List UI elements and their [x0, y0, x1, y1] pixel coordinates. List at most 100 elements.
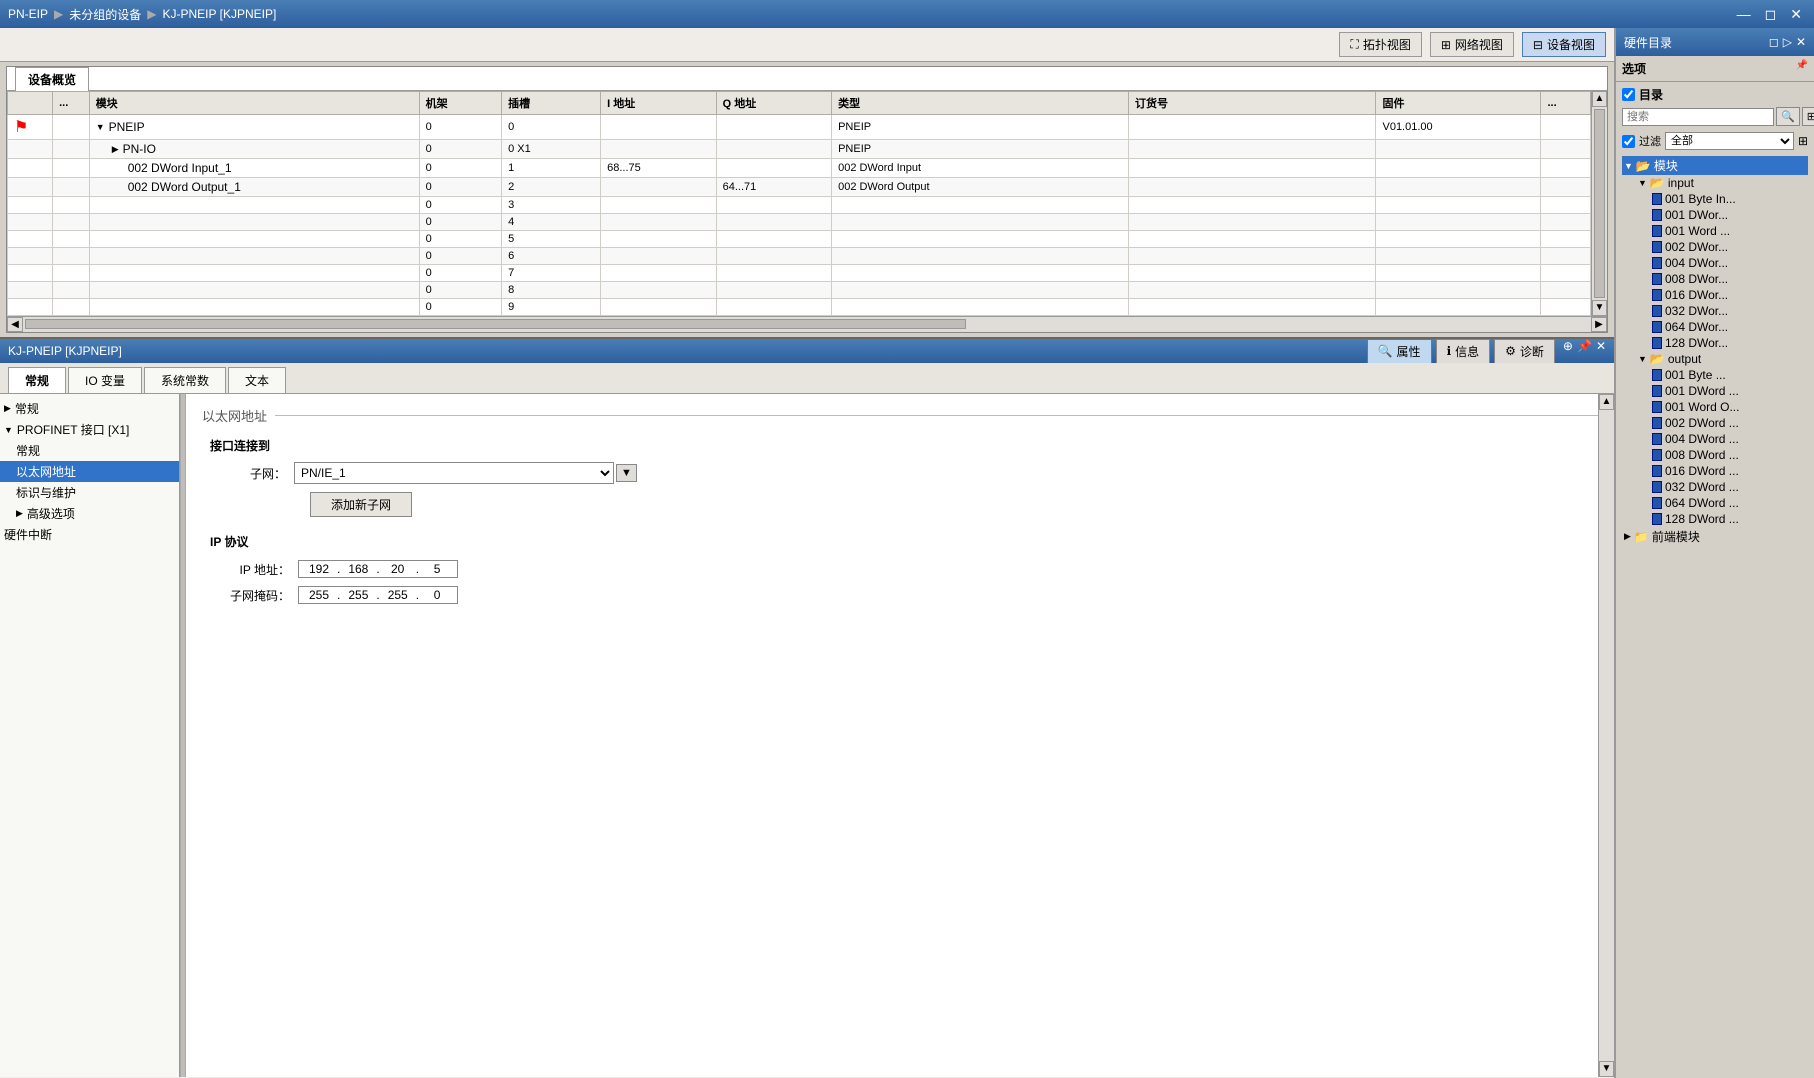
- subnet-dropdown-btn[interactable]: ▼: [616, 464, 637, 482]
- scroll-up-btn[interactable]: ▲: [1592, 91, 1607, 107]
- nav-item-ethernet[interactable]: 以太网地址: [0, 461, 179, 482]
- mask-seg-1[interactable]: [303, 588, 335, 602]
- table-row[interactable]: 05: [8, 231, 1591, 248]
- ip-seg-1[interactable]: [303, 562, 335, 576]
- search-advanced-button[interactable]: ⊞: [1802, 107, 1814, 126]
- list-item[interactable]: 064 DWor...: [1650, 319, 1808, 335]
- titlebar: PN-EIP ▶ 未分组的设备 ▶ KJ-PNEIP [KJPNEIP] — ◻…: [0, 0, 1814, 28]
- filter-checkbox[interactable]: [1622, 135, 1635, 148]
- list-item[interactable]: 016 DWor...: [1650, 287, 1808, 303]
- network-view-button[interactable]: ⊞ 网络视图: [1430, 32, 1514, 57]
- catalog-checkbox[interactable]: [1622, 88, 1635, 101]
- hscroll-thumb[interactable]: [25, 319, 966, 329]
- nav-item-hw-interrupt[interactable]: 硬件中断: [0, 524, 179, 545]
- list-item[interactable]: 001 Byte In...: [1650, 191, 1808, 207]
- table-row[interactable]: 08: [8, 282, 1591, 299]
- maximize-button[interactable]: ◻: [1761, 6, 1781, 23]
- close-button[interactable]: ✕: [1786, 6, 1806, 23]
- mask-seg-3[interactable]: [382, 588, 414, 602]
- titlebar-segment-1[interactable]: PN-EIP: [8, 7, 48, 21]
- bottom-tabs: 常规 IO 变量 系统常数 文本: [0, 363, 1614, 394]
- right-panel-expand[interactable]: ▷: [1783, 35, 1792, 49]
- table-row[interactable]: ⚑ ▼ PNEIP 0 0: [8, 115, 1591, 140]
- list-item[interactable]: 002 DWor...: [1650, 239, 1808, 255]
- device-overview-tab[interactable]: 设备概览: [15, 67, 89, 91]
- prop-scrollbar-v[interactable]: ▲ ▼: [1598, 394, 1614, 1077]
- list-item[interactable]: 032 DWor...: [1650, 303, 1808, 319]
- table-row[interactable]: 07: [8, 265, 1591, 282]
- tab-io-vars[interactable]: IO 变量: [68, 367, 142, 393]
- device-view-button[interactable]: ⊟ 设备视图: [1522, 32, 1606, 57]
- tree-folder-modules[interactable]: ▼ 📂 模块: [1622, 156, 1808, 175]
- list-item[interactable]: 001 DWor...: [1650, 207, 1808, 223]
- nav-item-general2[interactable]: 常规: [0, 440, 179, 461]
- list-item[interactable]: 001 Byte ...: [1650, 367, 1808, 383]
- right-panel-close[interactable]: ✕: [1796, 35, 1806, 49]
- ip-seg-3[interactable]: [382, 562, 414, 576]
- list-item[interactable]: 002 DWord ...: [1650, 415, 1808, 431]
- mask-seg-2[interactable]: [342, 588, 374, 602]
- diagnostics-button[interactable]: ⚙ 诊断: [1494, 339, 1555, 364]
- prop-scroll-track[interactable]: [1599, 410, 1614, 1061]
- table-row[interactable]: ▶ PN-IO 0 0 X1 PNEIP: [8, 140, 1591, 159]
- list-item[interactable]: 004 DWord ...: [1650, 431, 1808, 447]
- table-row[interactable]: 03: [8, 197, 1591, 214]
- list-item[interactable]: 004 DWor...: [1650, 255, 1808, 271]
- scroll-thumb[interactable]: [1594, 109, 1605, 298]
- list-item[interactable]: 032 DWord ...: [1650, 479, 1808, 495]
- topology-view-button[interactable]: ⛶ 拓扑视图: [1339, 32, 1421, 57]
- nav-item-identity[interactable]: 标识与维护: [0, 482, 179, 503]
- scroll-down-btn[interactable]: ▼: [1592, 300, 1607, 316]
- scroll-right-btn[interactable]: ▶: [1591, 317, 1607, 332]
- nav-item-general[interactable]: ▶ 常规: [0, 398, 179, 419]
- list-item[interactable]: 008 DWord ...: [1650, 447, 1808, 463]
- options-pin[interactable]: 📌: [1796, 60, 1808, 71]
- right-panel-minimize[interactable]: ◻: [1769, 35, 1779, 49]
- subnet-select[interactable]: PN/IE_1: [294, 462, 614, 484]
- subnet-mask-label: 子网掩码：: [230, 587, 290, 604]
- folder-label-modules: 模块: [1654, 157, 1678, 174]
- tab-system-constants[interactable]: 系统常数: [144, 367, 226, 393]
- properties-button[interactable]: 🔍 属性: [1367, 339, 1432, 364]
- list-item[interactable]: 128 DWord ...: [1650, 511, 1808, 527]
- list-item[interactable]: 001 DWord ...: [1650, 383, 1808, 399]
- info-button[interactable]: ℹ 信息: [1436, 339, 1491, 364]
- add-subnet-button[interactable]: 添加新子网: [310, 492, 412, 517]
- table-scrollbar-v[interactable]: ▲ ▼: [1591, 91, 1607, 316]
- bottom-panel-pin-btn[interactable]: 📌: [1577, 339, 1592, 364]
- filter-icon[interactable]: ⊞: [1798, 134, 1808, 148]
- tree-folder-frontend[interactable]: ▶ 📁 前端模块: [1622, 527, 1808, 546]
- nav-item-advanced[interactable]: ▶ 高级选项: [0, 503, 179, 524]
- tab-general[interactable]: 常规: [8, 367, 66, 393]
- list-item[interactable]: 064 DWord ...: [1650, 495, 1808, 511]
- list-item[interactable]: 128 DWor...: [1650, 335, 1808, 351]
- table-row[interactable]: 002 DWord Input_1 0 1 68...75 002 DWord …: [8, 159, 1591, 178]
- titlebar-segment-2[interactable]: 未分组的设备: [69, 6, 141, 23]
- tree-folder-input[interactable]: ▼ 📂 input: [1636, 175, 1808, 191]
- hscroll-track[interactable]: [23, 317, 1591, 332]
- table-row[interactable]: 002 DWord Output_1 0 2 64...71 002 DWord…: [8, 178, 1591, 197]
- table-row[interactable]: 04: [8, 214, 1591, 231]
- filter-select[interactable]: 全部: [1665, 132, 1794, 150]
- tree-folder-output[interactable]: ▼ 📂 output: [1636, 351, 1808, 367]
- table-hscrollbar[interactable]: ◀ ▶: [7, 316, 1607, 332]
- list-item[interactable]: 008 DWor...: [1650, 271, 1808, 287]
- list-item[interactable]: 001 Word ...: [1650, 223, 1808, 239]
- scroll-left-btn[interactable]: ◀: [7, 317, 23, 332]
- minimize-button[interactable]: —: [1733, 6, 1755, 23]
- list-item[interactable]: 016 DWord ...: [1650, 463, 1808, 479]
- table-row[interactable]: 06: [8, 248, 1591, 265]
- list-item[interactable]: 001 Word O...: [1650, 399, 1808, 415]
- table-row[interactable]: 09: [8, 299, 1591, 316]
- prop-scroll-down[interactable]: ▼: [1599, 1061, 1614, 1077]
- mask-seg-4[interactable]: [421, 588, 453, 602]
- search-button[interactable]: 🔍: [1776, 107, 1800, 126]
- prop-scroll-up[interactable]: ▲: [1599, 394, 1614, 410]
- tab-text[interactable]: 文本: [228, 367, 286, 393]
- bottom-panel-copy-btn[interactable]: ⊕: [1563, 339, 1573, 364]
- bottom-panel-close-btn[interactable]: ✕: [1596, 339, 1606, 364]
- search-input[interactable]: [1622, 108, 1774, 126]
- ip-seg-2[interactable]: [342, 562, 374, 576]
- ip-seg-4[interactable]: [421, 562, 453, 576]
- nav-item-profinet[interactable]: ▼ PROFINET 接口 [X1]: [0, 419, 179, 440]
